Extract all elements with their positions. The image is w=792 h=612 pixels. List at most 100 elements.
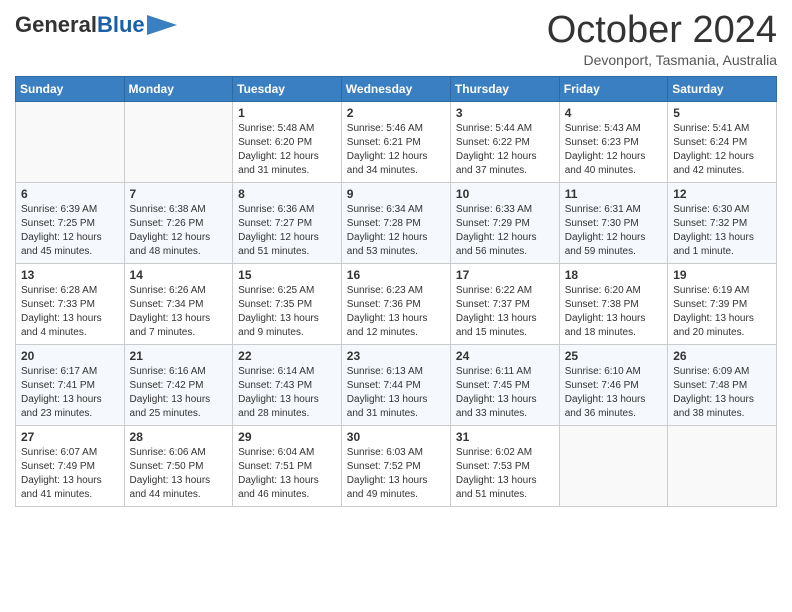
day-info: Sunrise: 5:44 AM Sunset: 6:22 PM Dayligh… (456, 122, 554, 178)
calendar-table: SundayMondayTuesdayWednesdayThursdayFrid… (15, 76, 777, 507)
day-number: 30 (347, 430, 445, 444)
calendar-header-monday: Monday (124, 76, 233, 101)
day-info: Sunrise: 5:43 AM Sunset: 6:23 PM Dayligh… (565, 122, 662, 178)
calendar-week-row: 1Sunrise: 5:48 AM Sunset: 6:20 PM Daylig… (16, 101, 777, 182)
day-number: 25 (565, 349, 662, 363)
day-number: 9 (347, 187, 445, 201)
day-info: Sunrise: 6:11 AM Sunset: 7:45 PM Dayligh… (456, 365, 554, 421)
calendar-cell: 10 Sunrise: 6:33 AM Sunset: 7:29 PM Dayli… (450, 182, 559, 263)
calendar-cell: 1Sunrise: 5:48 AM Sunset: 6:20 PM Daylig… (233, 101, 342, 182)
day-number: 4 (565, 106, 662, 120)
day-info: Sunrise: 6:19 AM Sunset: 7:39 PM Dayligh… (673, 284, 771, 340)
calendar-cell: 17Sunrise: 6:22 AM Sunset: 7:37 PM Dayli… (450, 263, 559, 344)
day-info: Sunrise: 6:39 AM Sunset: 7:25 PM Dayligh… (21, 203, 119, 259)
day-info: Sunrise: 6:09 AM Sunset: 7:48 PM Dayligh… (673, 365, 771, 421)
day-number: 2 (347, 106, 445, 120)
calendar-cell: 28Sunrise: 6:06 AM Sunset: 7:50 PM Dayli… (124, 425, 233, 506)
calendar-cell: 6 Sunrise: 6:39 AM Sunset: 7:25 PM Daylig… (16, 182, 125, 263)
calendar-cell: 4 Sunrise: 5:43 AM Sunset: 6:23 PM Daylig… (559, 101, 667, 182)
day-number: 19 (673, 268, 771, 282)
day-number: 14 (130, 268, 228, 282)
calendar-cell: 3 Sunrise: 5:44 AM Sunset: 6:22 PM Daylig… (450, 101, 559, 182)
day-info: Sunrise: 6:25 AM Sunset: 7:35 PM Dayligh… (238, 284, 336, 340)
calendar-cell: 20 Sunrise: 6:17 AM Sunset: 7:41 PM Dayli… (16, 344, 125, 425)
calendar-cell: 18 Sunrise: 6:20 AM Sunset: 7:38 PM Dayli… (559, 263, 667, 344)
calendar-cell: 29Sunrise: 6:04 AM Sunset: 7:51 PM Dayli… (233, 425, 342, 506)
day-number: 20 (21, 349, 119, 363)
location-subtitle: Devonport, Tasmania, Australia (547, 52, 777, 68)
day-info: Sunrise: 6:02 AM Sunset: 7:53 PM Dayligh… (456, 446, 554, 502)
day-info: Sunrise: 6:26 AM Sunset: 7:34 PM Dayligh… (130, 284, 228, 340)
day-info: Sunrise: 6:06 AM Sunset: 7:50 PM Dayligh… (130, 446, 228, 502)
day-number: 26 (673, 349, 771, 363)
day-number: 8 (238, 187, 336, 201)
logo: GeneralBlue (15, 14, 177, 36)
title-block: October 2024 Devonport, Tasmania, Austra… (547, 10, 777, 68)
day-info: Sunrise: 5:41 AM Sunset: 6:24 PM Dayligh… (673, 122, 771, 178)
calendar-cell: 22 Sunrise: 6:14 AM Sunset: 7:43 PM Dayli… (233, 344, 342, 425)
day-info: Sunrise: 6:16 AM Sunset: 7:42 PM Dayligh… (130, 365, 228, 421)
day-number: 31 (456, 430, 554, 444)
day-info: Sunrise: 6:23 AM Sunset: 7:36 PM Dayligh… (347, 284, 445, 340)
day-number: 16 (347, 268, 445, 282)
day-number: 7 (130, 187, 228, 201)
day-info: Sunrise: 6:31 AM Sunset: 7:30 PM Dayligh… (565, 203, 662, 259)
day-number: 23 (347, 349, 445, 363)
calendar-cell: 27 Sunrise: 6:07 AM Sunset: 7:49 PM Dayli… (16, 425, 125, 506)
calendar-cell: 11 Sunrise: 6:31 AM Sunset: 7:30 PM Dayli… (559, 182, 667, 263)
calendar-week-row: 6 Sunrise: 6:39 AM Sunset: 7:25 PM Daylig… (16, 182, 777, 263)
day-number: 10 (456, 187, 554, 201)
day-info: Sunrise: 5:46 AM Sunset: 6:21 PM Dayligh… (347, 122, 445, 178)
day-info: Sunrise: 6:04 AM Sunset: 7:51 PM Dayligh… (238, 446, 336, 502)
calendar-cell: 7 Sunrise: 6:38 AM Sunset: 7:26 PM Daylig… (124, 182, 233, 263)
calendar-cell (668, 425, 777, 506)
calendar-cell: 26 Sunrise: 6:09 AM Sunset: 7:48 PM Dayli… (668, 344, 777, 425)
day-info: Sunrise: 6:14 AM Sunset: 7:43 PM Dayligh… (238, 365, 336, 421)
calendar-cell (124, 101, 233, 182)
day-info: Sunrise: 6:36 AM Sunset: 7:27 PM Dayligh… (238, 203, 336, 259)
calendar-header-row: SundayMondayTuesdayWednesdayThursdayFrid… (16, 76, 777, 101)
calendar-cell (16, 101, 125, 182)
calendar-cell: 30 Sunrise: 6:03 AM Sunset: 7:52 PM Dayli… (341, 425, 450, 506)
logo-text: GeneralBlue (15, 14, 145, 36)
day-info: Sunrise: 6:34 AM Sunset: 7:28 PM Dayligh… (347, 203, 445, 259)
day-number: 15 (238, 268, 336, 282)
calendar-header-thursday: Thursday (450, 76, 559, 101)
page-header: GeneralBlue October 2024 Devonport, Tasm… (15, 10, 777, 68)
day-info: Sunrise: 5:48 AM Sunset: 6:20 PM Dayligh… (238, 122, 336, 178)
day-number: 27 (21, 430, 119, 444)
day-info: Sunrise: 6:07 AM Sunset: 7:49 PM Dayligh… (21, 446, 119, 502)
day-info: Sunrise: 6:33 AM Sunset: 7:29 PM Dayligh… (456, 203, 554, 259)
day-info: Sunrise: 6:20 AM Sunset: 7:38 PM Dayligh… (565, 284, 662, 340)
calendar-week-row: 13 Sunrise: 6:28 AM Sunset: 7:33 PM Dayli… (16, 263, 777, 344)
day-number: 5 (673, 106, 771, 120)
day-number: 11 (565, 187, 662, 201)
day-number: 22 (238, 349, 336, 363)
day-number: 21 (130, 349, 228, 363)
calendar-header-saturday: Saturday (668, 76, 777, 101)
day-number: 6 (21, 187, 119, 201)
calendar-cell: 12Sunrise: 6:30 AM Sunset: 7:32 PM Dayli… (668, 182, 777, 263)
calendar-cell: 5 Sunrise: 5:41 AM Sunset: 6:24 PM Daylig… (668, 101, 777, 182)
day-number: 3 (456, 106, 554, 120)
day-info: Sunrise: 6:38 AM Sunset: 7:26 PM Dayligh… (130, 203, 228, 259)
day-info: Sunrise: 6:13 AM Sunset: 7:44 PM Dayligh… (347, 365, 445, 421)
calendar-cell: 31 Sunrise: 6:02 AM Sunset: 7:53 PM Dayli… (450, 425, 559, 506)
calendar-cell: 15 Sunrise: 6:25 AM Sunset: 7:35 PM Dayli… (233, 263, 342, 344)
calendar-cell: 24Sunrise: 6:11 AM Sunset: 7:45 PM Dayli… (450, 344, 559, 425)
calendar-cell: 21 Sunrise: 6:16 AM Sunset: 7:42 PM Dayli… (124, 344, 233, 425)
calendar-cell: 2 Sunrise: 5:46 AM Sunset: 6:21 PM Daylig… (341, 101, 450, 182)
day-info: Sunrise: 6:28 AM Sunset: 7:33 PM Dayligh… (21, 284, 119, 340)
day-info: Sunrise: 6:03 AM Sunset: 7:52 PM Dayligh… (347, 446, 445, 502)
month-title: October 2024 (547, 10, 777, 52)
calendar-cell (559, 425, 667, 506)
calendar-cell: 13 Sunrise: 6:28 AM Sunset: 7:33 PM Dayli… (16, 263, 125, 344)
day-info: Sunrise: 6:17 AM Sunset: 7:41 PM Dayligh… (21, 365, 119, 421)
calendar-cell: 19 Sunrise: 6:19 AM Sunset: 7:39 PM Dayli… (668, 263, 777, 344)
day-number: 13 (21, 268, 119, 282)
calendar-cell: 23 Sunrise: 6:13 AM Sunset: 7:44 PM Dayli… (341, 344, 450, 425)
calendar-header-friday: Friday (559, 76, 667, 101)
calendar-cell: 16 Sunrise: 6:23 AM Sunset: 7:36 PM Dayli… (341, 263, 450, 344)
day-number: 18 (565, 268, 662, 282)
calendar-cell: 9 Sunrise: 6:34 AM Sunset: 7:28 PM Daylig… (341, 182, 450, 263)
